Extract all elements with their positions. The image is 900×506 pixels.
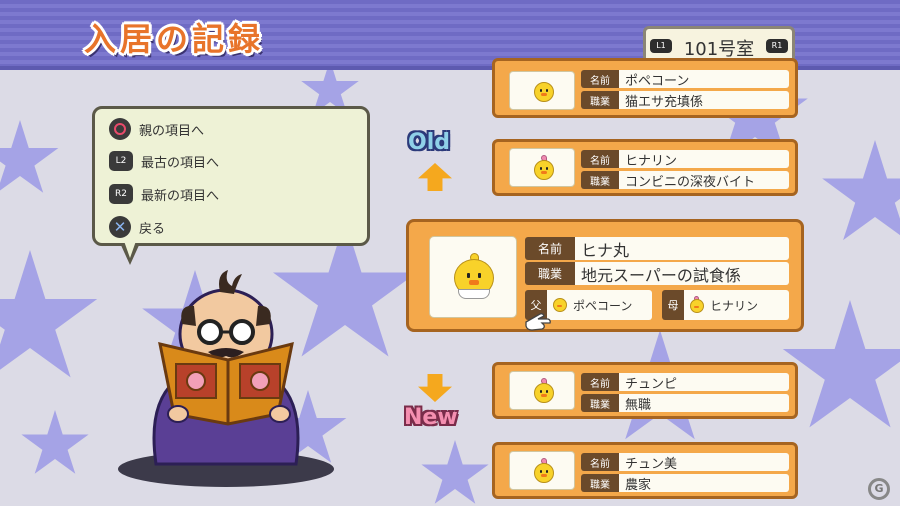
name-row: 名前 ポペコーン	[581, 70, 789, 89]
resident-name: チュン美	[619, 453, 789, 472]
help-label: 最新の項目へ	[141, 188, 220, 204]
help-row: L2 最古の項目へ	[109, 149, 219, 173]
name-row: 名前 チュンピ	[581, 373, 789, 392]
resident-job: 無職	[619, 394, 789, 413]
l2-button-icon: L2	[109, 151, 133, 171]
game-screen: 入居の記録 L1 101号室 R1 親の項目へ L2 最古の項目へ R2 最新の…	[0, 0, 900, 506]
record-card[interactable]: 名前 ヒナリン 職業 コンビニの深夜バイト	[492, 139, 798, 196]
help-row: R2 最新の項目へ	[109, 182, 219, 206]
arrow-down-icon[interactable]	[418, 374, 452, 402]
chick-icon	[551, 296, 569, 314]
resident-job: コンビニの深夜バイト	[619, 171, 789, 190]
professor-character	[118, 270, 334, 487]
resident-avatar	[509, 451, 575, 490]
new-label: New	[404, 405, 458, 430]
job-key: 職業	[581, 171, 619, 189]
resident-avatar	[429, 236, 517, 318]
job-row: 職業 農家	[581, 474, 789, 493]
help-label: 最古の項目へ	[141, 155, 220, 171]
resident-avatar	[509, 371, 575, 410]
speech-tail-inner	[124, 241, 136, 258]
chick-icon	[532, 378, 556, 404]
mother-entry[interactable]: 母 ヒナリン	[662, 290, 789, 320]
job-row: 職業 無職	[581, 394, 789, 413]
name-row: 名前 チュン美	[581, 453, 789, 472]
resident-avatar	[509, 148, 575, 187]
page-title: 入居の記録	[84, 20, 265, 58]
job-row: 職業 コンビニの深夜バイト	[581, 171, 789, 190]
selected-record-card[interactable]: 名前 ヒナ丸 職業 地元スーパーの試食係 父 ポペコーン 母 ヒナリン	[406, 219, 804, 332]
chick-icon	[532, 155, 556, 181]
name-key: 名前	[581, 150, 619, 168]
job-row: 職業 地元スーパーの試食係	[525, 262, 789, 285]
mother-key: 母	[662, 290, 684, 320]
record-card[interactable]: 名前 チュンピ 職業 無職	[492, 362, 798, 419]
help-label: 親の項目へ	[139, 123, 205, 139]
parents-row: 父 ポペコーン 母 ヒナリン	[525, 290, 789, 320]
resident-job: 地元スーパーの試食係	[575, 262, 789, 285]
job-key: 職業	[581, 474, 619, 492]
father-name: ポペコーン	[573, 298, 633, 313]
resident-avatar	[509, 71, 575, 110]
star-decoration	[21, 410, 89, 474]
r1-button[interactable]: R1	[766, 39, 788, 53]
arrow-up-icon[interactable]	[418, 163, 452, 191]
l1-button[interactable]: L1	[650, 39, 672, 53]
old-label: Old	[408, 130, 450, 155]
chick-icon	[452, 253, 496, 303]
name-key: 名前	[525, 237, 575, 260]
name-row: 名前 ヒナリン	[581, 150, 789, 169]
chick-icon	[532, 78, 556, 104]
record-card[interactable]: 名前 チュン美 職業 農家	[492, 442, 798, 499]
resident-name: ヒナリン	[619, 150, 789, 169]
star-decoration	[822, 140, 900, 241]
star-decoration	[0, 120, 59, 193]
mother-name: ヒナリン	[710, 298, 759, 313]
resident-job: 猫エサ充填係	[619, 91, 789, 110]
record-card[interactable]: 名前 ポペコーン 職業 猫エサ充填係	[492, 58, 798, 118]
mother-value: ヒナリン	[684, 290, 789, 320]
star-decoration	[0, 250, 98, 378]
resident-name: ヒナ丸	[575, 237, 789, 260]
controls-help-panel: 親の項目へ L2 最古の項目へ R2 最新の項目へ ✕ 戻る	[92, 106, 370, 246]
watermark-logo: G	[868, 478, 890, 500]
resident-name: ポペコーン	[619, 70, 789, 89]
circle-button-icon	[109, 118, 131, 140]
job-key: 職業	[581, 394, 619, 412]
resident-job: 農家	[619, 474, 789, 493]
job-key: 職業	[581, 91, 619, 109]
resident-name: チュンピ	[619, 373, 789, 392]
name-key: 名前	[581, 373, 619, 391]
father-value: ポペコーン	[547, 290, 652, 320]
star-decoration	[421, 440, 489, 504]
help-row: 親の項目へ	[109, 117, 204, 141]
help-row: ✕ 戻る	[109, 215, 165, 239]
name-row: 名前 ヒナ丸	[525, 237, 789, 260]
cross-button-icon: ✕	[109, 216, 131, 238]
job-row: 職業 猫エサ充填係	[581, 91, 789, 110]
name-key: 名前	[581, 70, 619, 88]
r2-button-icon: R2	[109, 184, 133, 204]
help-label: 戻る	[139, 221, 166, 237]
name-key: 名前	[581, 453, 619, 471]
job-key: 職業	[525, 262, 575, 285]
chick-icon	[532, 458, 556, 484]
pointer-hand-icon	[525, 313, 551, 331]
chick-icon	[688, 296, 706, 314]
